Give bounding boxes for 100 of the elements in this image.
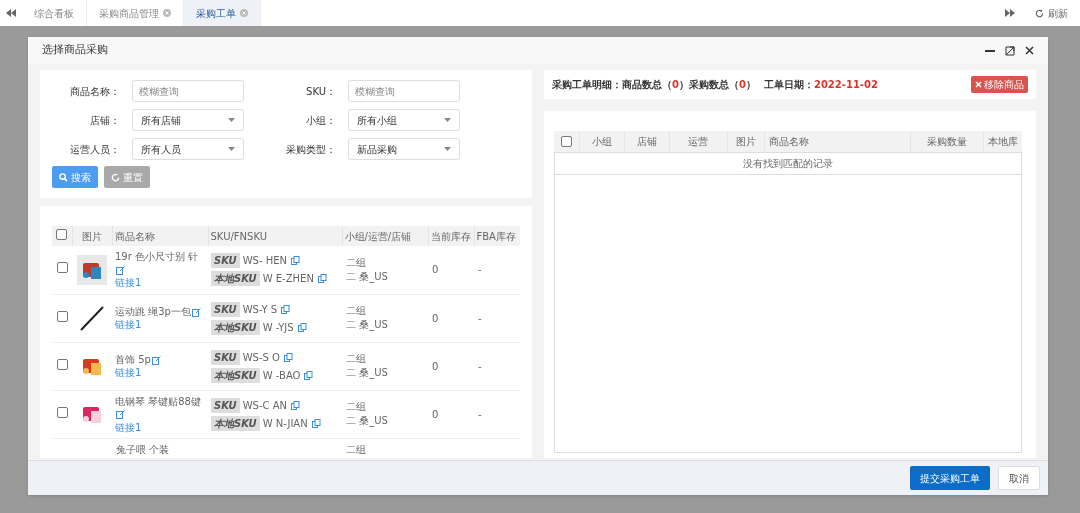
checkbox[interactable] — [56, 262, 68, 274]
order-date: 2022-11-02 — [813, 78, 878, 92]
table-cell: 0 — [432, 312, 439, 324]
summary-text: 采购工单明细：商品数总（0）采购数总（0） — [552, 78, 756, 92]
product-link[interactable]: 链接1 — [115, 367, 142, 378]
column-header: 运营 — [668, 131, 727, 152]
sku-tag: SKU — [211, 397, 240, 413]
filter-field[interactable]: 模糊查询 — [132, 80, 244, 102]
search-icon — [59, 172, 68, 182]
column-header: 商品名称 — [763, 131, 911, 152]
column-header: 小组/运营/店铺 — [342, 226, 428, 246]
filter-label: SKU： — [305, 84, 336, 99]
checkbox[interactable] — [560, 136, 572, 147]
sku-tag: SKU — [211, 253, 240, 269]
edit-icon[interactable] — [116, 410, 125, 419]
sku-tag: 本地SKU — [211, 415, 260, 431]
sku-value: WS-S O — [242, 350, 280, 365]
order-date-label: 工单日期： — [763, 78, 814, 92]
sku-tag: 本地SKU — [211, 271, 260, 287]
sku-tag: 本地SKU — [211, 319, 260, 335]
copy-icon[interactable] — [283, 352, 293, 362]
reset-button[interactable]: 重置 — [104, 166, 150, 188]
sku-value: WS-Y S — [242, 302, 277, 317]
sku-tag: SKU — [211, 349, 240, 365]
sku-value: W -YJS — [262, 320, 294, 335]
filter-select[interactable]: 所有店铺 — [132, 109, 244, 131]
tab[interactable]: 综合看板 — [22, 0, 87, 26]
table-cell: - — [478, 360, 482, 372]
edit-icon[interactable] — [191, 307, 201, 317]
edit-icon[interactable] — [151, 355, 161, 365]
column-header: FBA库存 — [474, 226, 520, 246]
checkbox[interactable] — [56, 310, 68, 322]
copy-icon[interactable] — [317, 274, 327, 284]
filter-select[interactable]: 所有小组 — [348, 109, 460, 131]
filter-select[interactable]: 新品采购 — [348, 138, 460, 160]
sku-value: W E-ZHEN — [262, 272, 314, 287]
checkbox[interactable] — [56, 406, 68, 418]
store-text: 二 桑_US — [346, 366, 389, 380]
refresh-icon — [111, 172, 120, 182]
filter-select[interactable]: 所有人员 — [132, 138, 244, 160]
store-text: 二 桑_US — [346, 318, 389, 332]
refresh-icon — [1035, 8, 1044, 18]
column-header: 商品名称 — [112, 226, 208, 246]
column-header: 当前库存 — [428, 226, 474, 246]
group-text: 二组 — [346, 400, 367, 414]
sku-value: W N-JIAN — [262, 416, 308, 431]
table-cell: - — [478, 408, 482, 420]
maximize-icon[interactable] — [1005, 45, 1015, 56]
product-name: 电钢琴 琴键贴88键 — [115, 395, 201, 407]
edit-icon[interactable] — [116, 265, 125, 275]
sku-tag: SKU — [211, 301, 240, 317]
sku-value: WS-C AN — [242, 398, 288, 413]
table-cell: - — [478, 312, 482, 324]
caret-icon — [444, 118, 451, 122]
product-name: 运动跳 绳3p一包 — [115, 306, 191, 317]
search-button[interactable]: 搜索 — [52, 166, 98, 188]
copy-icon[interactable] — [291, 256, 301, 266]
product-name: 兔子喂 个装 — [116, 443, 170, 455]
product-link[interactable]: 链接1 — [115, 421, 142, 433]
column-header: SKU/FNSKU — [208, 226, 342, 246]
group-text: 二组 — [346, 304, 367, 318]
checkbox[interactable] — [56, 358, 68, 370]
caret-icon — [228, 147, 235, 151]
product-link[interactable]: 链接1 — [115, 277, 142, 289]
group-text: 二组 — [346, 443, 366, 455]
tab[interactable]: 采购工单 — [184, 0, 261, 26]
product-name: 19r 色小尺寸别 针 — [115, 251, 199, 263]
copy-icon[interactable] — [304, 370, 314, 380]
table-cell: 0 — [432, 360, 439, 372]
caret-icon — [228, 118, 235, 122]
empty-message: 没有找到匹配的记录 — [555, 153, 1021, 175]
table-cell: 0 — [432, 264, 439, 276]
sku-value: WS- HEN — [242, 254, 288, 269]
filter-field[interactable]: 模糊查询 — [348, 80, 460, 102]
product-name: 首饰 5p — [115, 354, 151, 365]
table-cell: 0 — [432, 408, 439, 420]
column-header: 本地库 — [983, 131, 1022, 152]
filter-label: 采购类型： — [285, 142, 336, 157]
product-link[interactable]: 链接1 — [115, 319, 142, 330]
checkbox[interactable] — [56, 228, 68, 240]
column-header: 店铺 — [623, 131, 669, 152]
store-text: 二 桑_US — [346, 269, 389, 284]
filter-label: 运营人员： — [69, 142, 120, 157]
column-header: 小组 — [578, 131, 624, 152]
close-icon[interactable] — [1025, 46, 1034, 55]
caret-icon — [444, 147, 451, 151]
filter-label: 店铺： — [89, 113, 120, 128]
table-cell: - — [478, 264, 482, 276]
cancel-button[interactable]: 取消 — [998, 466, 1040, 490]
store-text: 二 桑_US — [346, 414, 389, 428]
column-header: 图片 — [726, 131, 764, 152]
dialog-title: 选择商品采购 — [42, 42, 109, 59]
filter-label: 商品名称： — [69, 84, 120, 99]
submit-button[interactable]: 提交采购工单 — [910, 466, 990, 490]
group-text: 二组 — [346, 352, 367, 366]
refresh-button[interactable]: 刷新 — [1023, 0, 1080, 26]
group-text: 二组 — [346, 255, 367, 270]
column-header: 图片 — [72, 226, 112, 246]
close-icon — [975, 81, 982, 88]
remove-button[interactable]: 移除商品 — [971, 76, 1028, 93]
